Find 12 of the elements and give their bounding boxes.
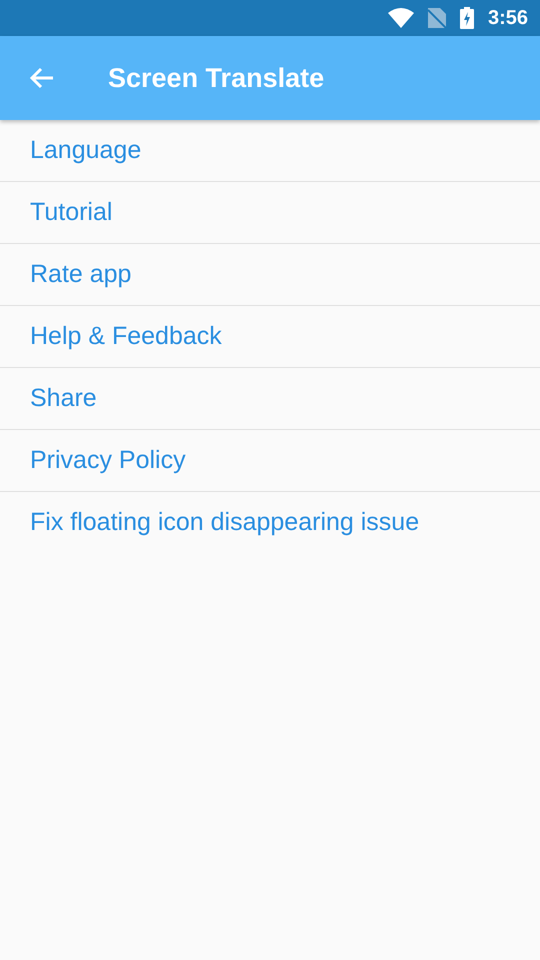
menu-item[interactable]: Tutorial xyxy=(30,198,112,227)
no-sim-icon xyxy=(428,8,446,28)
menu-item[interactable]: Rate app xyxy=(30,260,132,289)
battery-charging-icon xyxy=(460,7,474,29)
menu-item[interactable]: Fix floating icon disappearing issue xyxy=(30,508,420,537)
status-time: 3:56 xyxy=(488,6,528,30)
wifi-icon xyxy=(388,8,414,28)
app-title: Screen Translate xyxy=(108,62,324,94)
menu-item[interactable]: Share xyxy=(30,384,97,413)
menu-item[interactable]: Help & Feedback xyxy=(30,322,222,351)
menu-item[interactable]: Language xyxy=(30,136,142,165)
menu-item[interactable]: Privacy Policy xyxy=(30,446,186,475)
